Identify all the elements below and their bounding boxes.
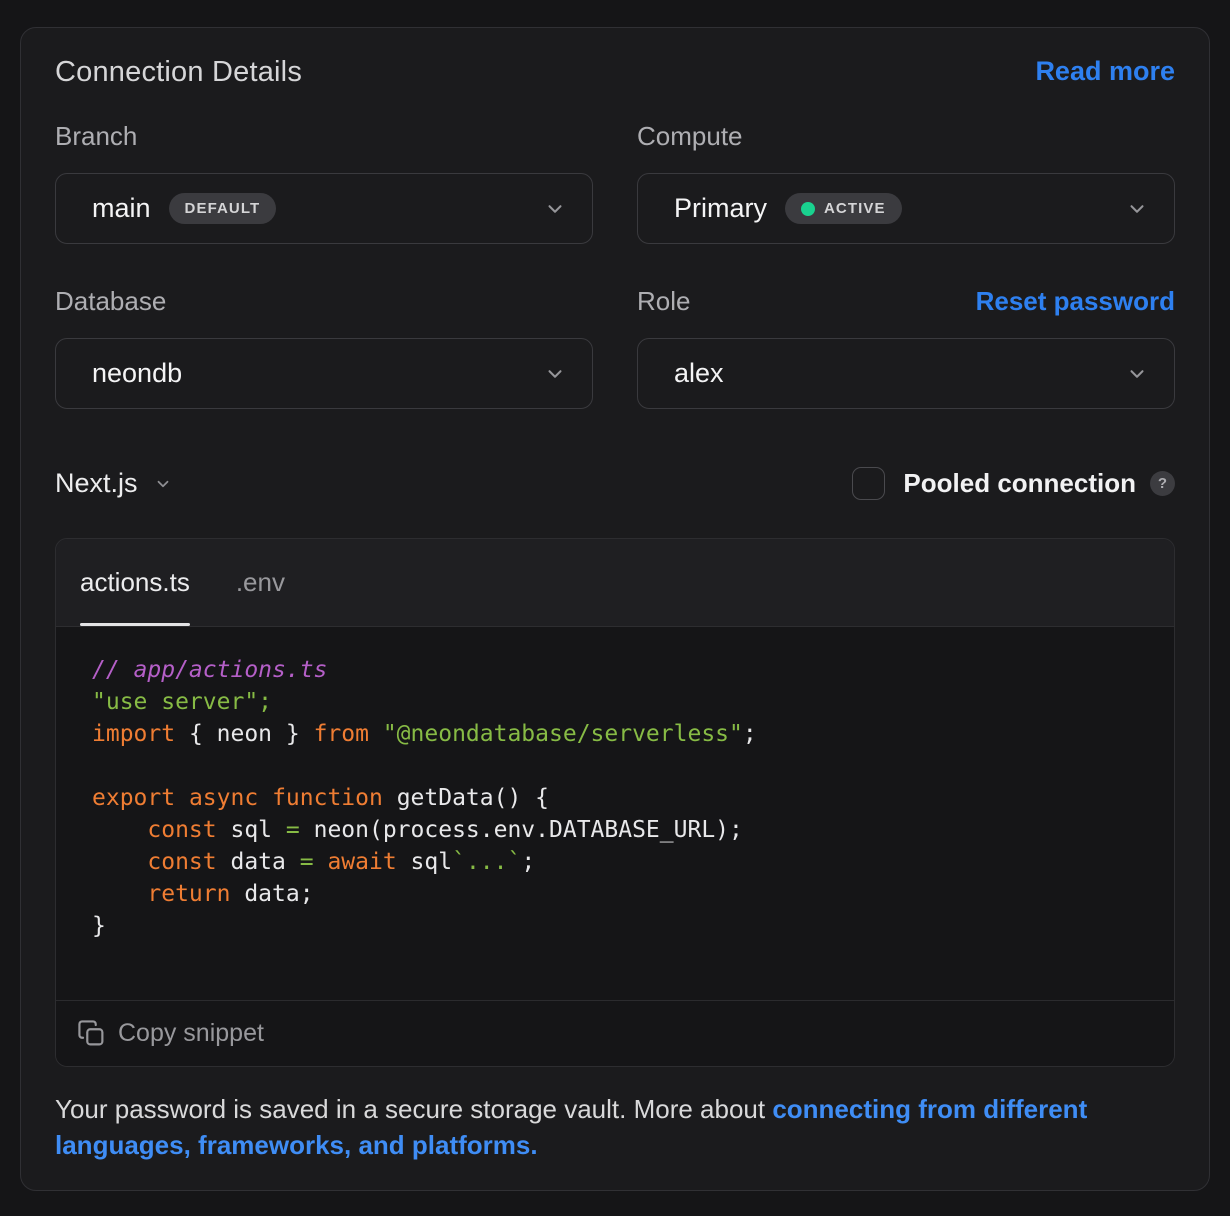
password-vault-note: Your password is saved in a secure stora…: [55, 1091, 1175, 1163]
code-line: const sql = neon(process.env.DATABASE_UR…: [92, 814, 1138, 846]
framework-value: Next.js: [55, 468, 138, 499]
copy-snippet-label: Copy snippet: [118, 1019, 264, 1048]
database-field: Database neondb: [55, 286, 593, 409]
active-dot-icon: [801, 202, 815, 216]
compute-field: Compute Primary ACTIVE: [637, 121, 1175, 244]
default-badge-label: DEFAULT: [185, 200, 261, 217]
code-line: }: [92, 910, 1138, 942]
role-select[interactable]: alex: [637, 338, 1175, 409]
copy-snippet-button[interactable]: Copy snippet: [56, 1000, 1174, 1066]
read-more-link[interactable]: Read more: [1035, 56, 1175, 87]
branch-value: main: [92, 193, 151, 224]
help-icon[interactable]: ?: [1150, 471, 1175, 496]
compute-select[interactable]: Primary ACTIVE: [637, 173, 1175, 244]
chevron-down-icon: [1126, 198, 1148, 220]
framework-select[interactable]: Next.js: [55, 468, 172, 499]
branch-label: Branch: [55, 121, 137, 152]
database-value: neondb: [92, 358, 182, 389]
code-line: return data;: [92, 878, 1138, 910]
code-line: "use server";: [92, 686, 1138, 718]
code-line: const data = await sql`...`;: [92, 846, 1138, 878]
code-line: [92, 750, 1138, 782]
pooled-connection-group: Pooled connection ?: [852, 467, 1175, 500]
branch-field: Branch main DEFAULT: [55, 121, 593, 244]
note-text: Your password is saved in a secure stora…: [55, 1094, 772, 1124]
role-label: Role: [637, 286, 690, 317]
tab-actions-ts[interactable]: actions.ts: [80, 539, 190, 626]
branch-select[interactable]: main DEFAULT: [55, 173, 593, 244]
role-field: Role Reset password alex: [637, 286, 1175, 409]
chevron-down-icon: [154, 475, 172, 493]
active-badge: ACTIVE: [785, 193, 902, 224]
code-line: import { neon } from "@neondatabase/serv…: [92, 718, 1138, 750]
chevron-down-icon: [544, 198, 566, 220]
card-header: Connection Details Read more: [55, 56, 1175, 89]
page-title: Connection Details: [55, 56, 302, 89]
default-badge: DEFAULT: [169, 193, 277, 224]
code-snippet-panel: actions.ts .env // app/actions.ts"use se…: [55, 538, 1175, 1067]
compute-value: Primary: [674, 193, 767, 224]
active-badge-label: ACTIVE: [824, 200, 886, 217]
compute-label: Compute: [637, 121, 743, 152]
code-line: // app/actions.ts: [92, 654, 1138, 686]
code-content: // app/actions.ts"use server";import { n…: [56, 627, 1174, 1000]
database-select[interactable]: neondb: [55, 338, 593, 409]
pooled-connection-label: Pooled connection: [903, 468, 1136, 499]
chevron-down-icon: [544, 363, 566, 385]
copy-icon: [77, 1019, 106, 1048]
chevron-down-icon: [1126, 363, 1148, 385]
connection-details-card: Connection Details Read more Branch main…: [20, 27, 1210, 1191]
database-label: Database: [55, 286, 166, 317]
tab-env[interactable]: .env: [236, 539, 285, 626]
role-value: alex: [674, 358, 724, 389]
code-tab-bar: actions.ts .env: [56, 539, 1174, 627]
reset-password-link[interactable]: Reset password: [976, 286, 1175, 317]
code-line: export async function getData() {: [92, 782, 1138, 814]
pooled-connection-checkbox[interactable]: [852, 467, 885, 500]
